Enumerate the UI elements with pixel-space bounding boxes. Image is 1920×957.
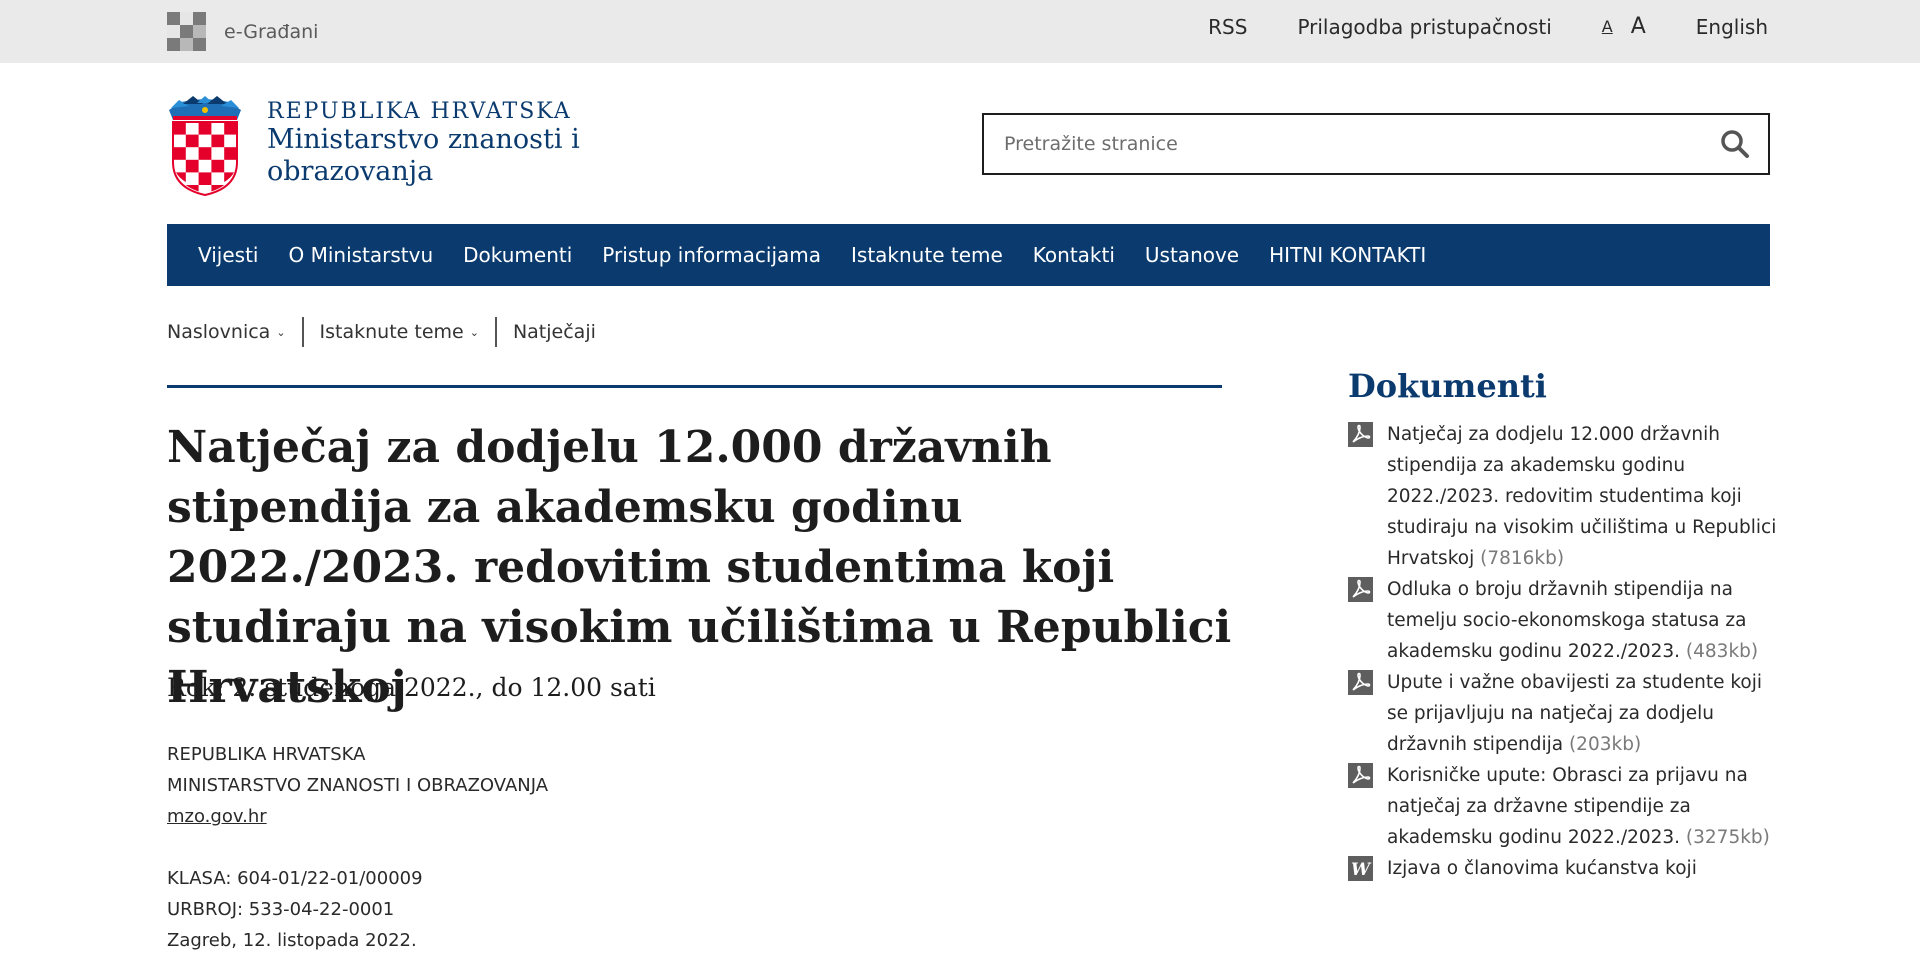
chevron-down-icon: ⌄ bbox=[276, 325, 286, 339]
english-link[interactable]: English bbox=[1696, 15, 1768, 39]
meta-line-1: REPUBLIKA HRVATSKA bbox=[167, 744, 366, 765]
documents-list: Natječaj za dodjelu 12.000 državnih stip… bbox=[1348, 419, 1778, 884]
nav-item-pristup-informacijama[interactable]: Pristup informacijama bbox=[602, 243, 821, 267]
pdf-icon bbox=[1348, 422, 1373, 447]
breadcrumb-naslovnica[interactable]: Naslovnica ⌄ bbox=[167, 321, 286, 343]
nav-item-o-ministarstvu[interactable]: O Ministarstvu bbox=[288, 243, 433, 267]
org-line-1: REPUBLIKA HRVATSKA bbox=[267, 99, 572, 124]
main-navigation: Vijesti O Ministarstvu Dokumenti Pristup… bbox=[167, 224, 1770, 286]
breadcrumb-label: Istaknute teme bbox=[319, 321, 464, 343]
font-size-small-button[interactable]: A bbox=[1602, 17, 1613, 36]
egradjani-link[interactable]: e-Građani bbox=[167, 12, 318, 51]
nav-item-istaknute-teme[interactable]: Istaknute teme bbox=[851, 243, 1003, 267]
ministry-name: REPUBLIKA HRVATSKA Ministarstvo znanosti… bbox=[267, 100, 580, 196]
chevron-down-icon: ⌄ bbox=[469, 325, 479, 339]
documents-heading: Dokumenti bbox=[1348, 367, 1547, 405]
document-size: (3275kb) bbox=[1685, 827, 1770, 848]
document-item[interactable]: Odluka o broju državnih stipendija na te… bbox=[1348, 574, 1778, 667]
article-meta: REPUBLIKA HRVATSKA MINISTARSTVO ZNANOSTI… bbox=[167, 739, 548, 956]
pdf-icon bbox=[1348, 763, 1373, 788]
document-item[interactable]: Upute i važne obavijesti za studente koj… bbox=[1348, 667, 1778, 760]
place-date-text: Zagreb, 12. listopada 2022. bbox=[167, 930, 417, 951]
breadcrumb-divider bbox=[494, 317, 497, 347]
document-title: Natječaj za dodjelu 12.000 državnih stip… bbox=[1387, 424, 1777, 569]
breadcrumb-natjecaji[interactable]: Natječaji bbox=[513, 321, 596, 343]
org-line-3: obrazovanja bbox=[267, 156, 434, 187]
breadcrumb: Naslovnica ⌄ Istaknute teme ⌄ Natječaji bbox=[167, 317, 596, 347]
document-size: (203kb) bbox=[1568, 734, 1642, 755]
breadcrumb-istaknute-teme[interactable]: Istaknute teme ⌄ bbox=[320, 321, 479, 343]
rss-link[interactable]: RSS bbox=[1208, 15, 1247, 39]
document-size: (483kb) bbox=[1685, 641, 1759, 662]
mzo-link[interactable]: mzo.gov.hr bbox=[167, 806, 267, 827]
egradjani-logo-icon bbox=[167, 12, 206, 51]
document-size: (7816kb) bbox=[1480, 548, 1565, 569]
breadcrumb-label: Natječaji bbox=[512, 321, 596, 343]
breadcrumb-label: Naslovnica bbox=[167, 321, 271, 343]
org-line-2: Ministarstvo znanosti i bbox=[267, 124, 580, 155]
svg-text:W: W bbox=[1351, 860, 1372, 880]
klasa-text: KLASA: 604-01/22-01/00009 bbox=[167, 868, 423, 889]
top-utility-bar: e-Građani RSS Prilagodba pristupačnosti … bbox=[0, 0, 1920, 63]
nav-item-kontakti[interactable]: Kontakti bbox=[1033, 243, 1115, 267]
document-title: Izjava o članovima kućanstva koji bbox=[1387, 858, 1697, 879]
nav-item-vijesti[interactable]: Vijesti bbox=[198, 243, 258, 267]
pdf-icon bbox=[1348, 577, 1373, 602]
nav-item-dokumenti[interactable]: Dokumenti bbox=[463, 243, 572, 267]
document-item[interactable]: W Izjava o članovima kućanstva koji bbox=[1348, 853, 1778, 884]
document-item[interactable]: Korisničke upute: Obrasci za prijavu na … bbox=[1348, 760, 1778, 853]
ministry-logo[interactable]: REPUBLIKA HRVATSKA Ministarstvo znanosti… bbox=[167, 96, 580, 196]
search-box bbox=[982, 113, 1770, 175]
document-item[interactable]: Natječaj za dodjelu 12.000 državnih stip… bbox=[1348, 419, 1778, 574]
search-icon[interactable] bbox=[1720, 129, 1750, 159]
pdf-icon bbox=[1348, 670, 1373, 695]
nav-item-hitni-kontakti[interactable]: HITNI KONTAKTI bbox=[1269, 243, 1426, 267]
deadline-text: Rok: 2. studenoga 2022., do 12.00 sati bbox=[167, 673, 656, 702]
search-input[interactable] bbox=[984, 115, 1684, 173]
accessibility-link[interactable]: Prilagodba pristupačnosti bbox=[1297, 15, 1551, 39]
breadcrumb-divider bbox=[301, 317, 304, 347]
meta-line-2: MINISTARSTVO ZNANOSTI I OBRAZOVANJA bbox=[167, 775, 549, 796]
title-divider bbox=[167, 385, 1222, 388]
word-icon: W bbox=[1348, 856, 1373, 881]
croatian-coat-of-arms-icon bbox=[169, 96, 241, 196]
urbroj-text: URBROJ: 533-04-22-0001 bbox=[167, 899, 395, 920]
nav-item-ustanove[interactable]: Ustanove bbox=[1145, 243, 1239, 267]
font-size-large-button[interactable]: A bbox=[1631, 14, 1646, 39]
egradjani-label: e-Građani bbox=[224, 20, 319, 43]
